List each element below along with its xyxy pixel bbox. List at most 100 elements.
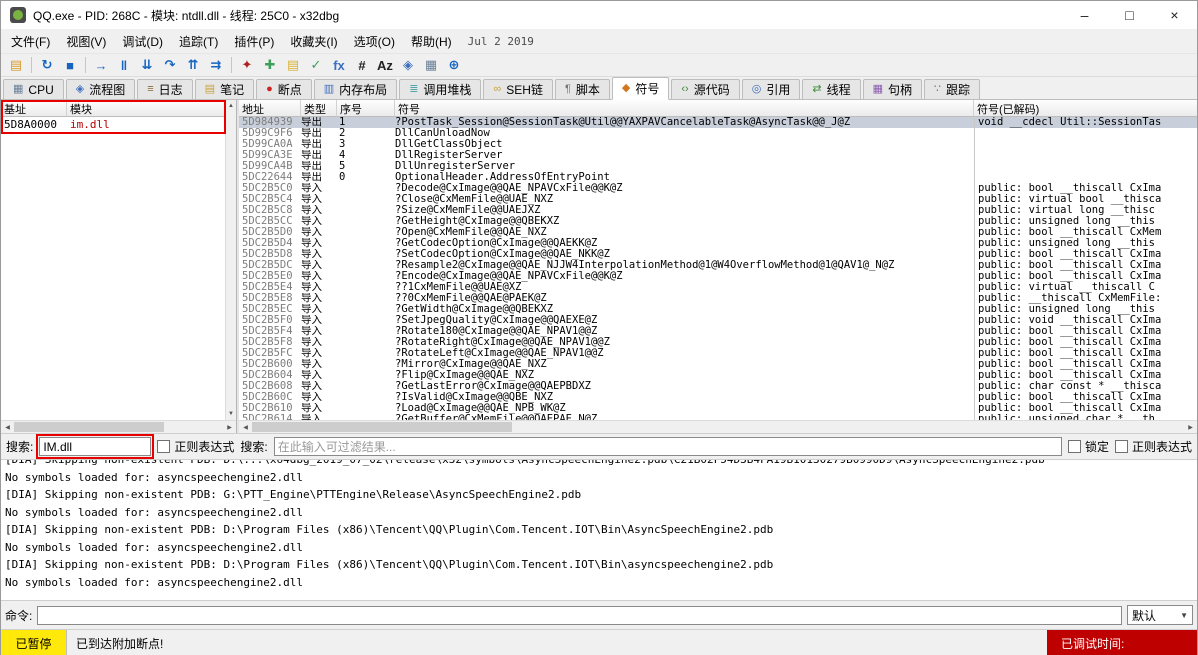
symbol-row[interactable]: 5DC2B600导入?Mirror@CxImage@@QAE_NXZpublic… [239, 359, 1197, 370]
command-profile-dropdown[interactable]: 默认 ▼ [1127, 605, 1193, 625]
menu-favourites[interactable]: 收藏夹(I) [282, 30, 345, 53]
scroll-up-icon[interactable]: ▲ [226, 100, 237, 112]
module-scroll-thumb[interactable] [14, 422, 164, 432]
symbol-header-decoded[interactable]: 符号(已解码) [974, 100, 1197, 117]
symbol-row[interactable]: 5D99C9F6导出2DllCanUnloadNow [239, 128, 1197, 139]
symbol-row[interactable]: 5D99CA0A导出3DllGetClassObject [239, 139, 1197, 150]
log-output[interactable]: [DIA] Skipping non-existent PDB: D:\...\… [1, 459, 1197, 601]
step-into-icon[interactable]: ⇊ [136, 55, 158, 75]
menu-debug[interactable]: 调试(D) [114, 30, 171, 53]
tab-trace[interactable]: ∵跟踪 [924, 79, 980, 99]
symbol-scroll-track[interactable] [252, 421, 1184, 433]
maximize-button[interactable]: □ [1107, 1, 1152, 29]
menu-options[interactable]: 选项(O) [346, 30, 403, 53]
scroll-right-icon[interactable]: ▶ [223, 421, 236, 433]
module-vertical-scrollbar[interactable]: ▲ ▼ [225, 100, 236, 420]
scroll-down-icon[interactable]: ▼ [226, 408, 237, 420]
tab-source[interactable]: ‹›源代码 [671, 79, 739, 99]
symbol-row[interactable]: 5DC2B5E0导入?Encode@CxImage@@QAE_NPAVCxFil… [239, 271, 1197, 282]
run-to-user-code-icon[interactable]: ⇉ [205, 55, 227, 75]
text-case-icon[interactable]: Az [374, 55, 396, 75]
symbol-row[interactable]: 5DC2B5C4导入?Close@CxMemFile@@UAE_NXZpubli… [239, 194, 1197, 205]
tab-handles[interactable]: ▦句柄 [863, 79, 922, 99]
tab-seh[interactable]: ∞SEH链 [483, 79, 553, 99]
module-header-module[interactable]: 模块 [67, 100, 236, 117]
hash-icon[interactable]: # [351, 55, 373, 75]
menu-trace[interactable]: 追踪(T) [171, 30, 226, 53]
tab-memory-map[interactable]: ▥内存布局 [314, 79, 397, 99]
regex2-checkbox[interactable] [1115, 440, 1128, 453]
step-over-icon[interactable]: ↷ [159, 55, 181, 75]
symbol-row[interactable]: 5DC2B5C0导入?Decode@CxImage@@QAE_NPAVCxFil… [239, 183, 1197, 194]
tab-notes[interactable]: ▤笔记 [195, 79, 254, 99]
tab-cpu[interactable]: ▦CPU [3, 79, 64, 99]
symbol-row[interactable]: 5DC2B5F0导入?SetJpegQuality@CxImage@@QAEXE… [239, 315, 1197, 326]
symbol-row[interactable]: 5D984939导出1?PostTask_Session@SessionTask… [239, 117, 1197, 128]
menu-help[interactable]: 帮助(H) [403, 30, 460, 53]
menu-plugins[interactable]: 插件(P) [226, 30, 282, 53]
tab-symbols[interactable]: ◆符号 [612, 77, 669, 100]
symbol-row[interactable]: 5DC2B60C导入?IsValid@CxImage@@QBE_NXZpubli… [239, 392, 1197, 403]
preferences-icon[interactable]: ✦ [236, 55, 258, 75]
restart-icon[interactable]: ↻ [36, 55, 58, 75]
filter-input[interactable] [274, 437, 1062, 456]
menu-view[interactable]: 视图(V) [58, 30, 114, 53]
symbol-row[interactable]: 5DC2B5EC导入?GetWidth@CxImage@@QBEKXZpubli… [239, 304, 1197, 315]
pause-icon[interactable]: ‖ [113, 55, 135, 75]
symbol-row[interactable]: 5DC2B5D8导入?SetCodecOption@CxImage@@QAE_N… [239, 249, 1197, 260]
scroll-left-icon[interactable]: ◀ [239, 421, 252, 433]
symbol-horizontal-scrollbar[interactable]: ◀ ▶ [239, 420, 1197, 433]
symbol-row[interactable]: 5D99CA3E导出4DllRegisterServer [239, 150, 1197, 161]
symbol-row[interactable]: 5DC2B5D4导入?GetCodecOption@CxImage@@QAEKK… [239, 238, 1197, 249]
regex-checkbox[interactable] [157, 440, 170, 453]
menu-file[interactable]: 文件(F) [3, 30, 58, 53]
tab-script[interactable]: ¶脚本 [555, 79, 610, 99]
symbol-header-ordinal[interactable]: 序号 [337, 100, 395, 117]
scroll-left-icon[interactable]: ◀ [1, 421, 14, 433]
open-file-icon[interactable]: ▤ [5, 55, 27, 75]
graph-icon[interactable]: ◈ [397, 55, 419, 75]
symbol-header-address[interactable]: 地址 [239, 100, 301, 117]
symbol-header-symbol[interactable]: 符号 [395, 100, 974, 117]
title-bar[interactable]: QQ.exe - PID: 268C - 模块: ntdll.dll - 线程:… [1, 1, 1197, 29]
symbol-row[interactable]: 5DC2B5F8导入?RotateRight@CxImage@@QAE_NPAV… [239, 337, 1197, 348]
symbol-scroll-thumb[interactable] [252, 422, 512, 432]
symbol-row[interactable]: 5DC2B610导入?Load@CxImage@@QAE_NPB_WK@Zpub… [239, 403, 1197, 414]
patches-icon[interactable]: ✚ [259, 55, 281, 75]
world-icon[interactable]: ⊕ [443, 55, 465, 75]
stop-icon[interactable]: ■ [59, 55, 81, 75]
symbol-row[interactable]: 5DC2B5FC导入?RotateLeft@CxImage@@QAE_NPAV1… [239, 348, 1197, 359]
module-scroll-track[interactable] [14, 421, 223, 433]
symbol-row[interactable]: 5DC2B5C8导入?Size@CxMemFile@@UAEJXZpublic:… [239, 205, 1197, 216]
module-header-base[interactable]: 基址 [1, 100, 67, 117]
symbol-row[interactable]: 5DC2B608导入?GetLastError@CxImage@@QAEPBDX… [239, 381, 1197, 392]
symbol-header-type[interactable]: 类型 [301, 100, 337, 117]
lock-checkbox[interactable] [1068, 440, 1081, 453]
symbol-row[interactable]: 5DC2B5CC导入?GetHeight@CxImage@@QBEKXZpubl… [239, 216, 1197, 227]
symbol-row[interactable]: 5DC2B604导入?Flip@CxImage@@QAE_NXZpublic: … [239, 370, 1197, 381]
module-search-input[interactable] [39, 437, 151, 456]
scroll-right-icon[interactable]: ▶ [1184, 421, 1197, 433]
memory-template-icon[interactable]: ▦ [420, 55, 442, 75]
execute-till-return-icon[interactable]: ⇈ [182, 55, 204, 75]
module-row[interactable]: 5D8A0000im.dll [1, 117, 236, 132]
command-input[interactable] [37, 606, 1122, 625]
symbol-row[interactable]: 5DC2B5DC导入?Resample2@CxImage@@QAE_NJJW4I… [239, 260, 1197, 271]
tab-log[interactable]: ≡日志 [137, 79, 192, 99]
function-highlight-icon[interactable]: fx [328, 55, 350, 75]
tab-call-stack[interactable]: ≣调用堆栈 [399, 79, 481, 99]
comments-icon[interactable]: ▤ [282, 55, 304, 75]
tab-graph[interactable]: ◈流程图 [66, 79, 135, 99]
close-button[interactable]: × [1152, 1, 1197, 29]
symbol-row[interactable]: 5D99CA4B导出5DllUnregisterServer [239, 161, 1197, 172]
symbol-row[interactable]: 5DC2B5F4导入?Rotate180@CxImage@@QAE_NPAV1@… [239, 326, 1197, 337]
tab-references[interactable]: ◎引用 [742, 79, 801, 99]
run-icon[interactable]: → [90, 55, 112, 75]
check-icon[interactable]: ✓ [305, 55, 327, 75]
symbol-row[interactable]: 5DC2B5E4导入??1CxMemFile@@UAE@XZpublic: vi… [239, 282, 1197, 293]
symbol-row[interactable]: 5DC2B5E8导入??0CxMemFile@@QAE@PAEK@Zpublic… [239, 293, 1197, 304]
symbol-row[interactable]: 5DC2B5D0导入?Open@CxMemFile@@QAE_NXZpublic… [239, 227, 1197, 238]
tab-breakpoints[interactable]: ●断点 [256, 79, 312, 99]
module-horizontal-scrollbar[interactable]: ◀ ▶ [1, 420, 236, 433]
symbol-row[interactable]: 5DC22644导出0OptionalHeader.AddressOfEntry… [239, 172, 1197, 183]
